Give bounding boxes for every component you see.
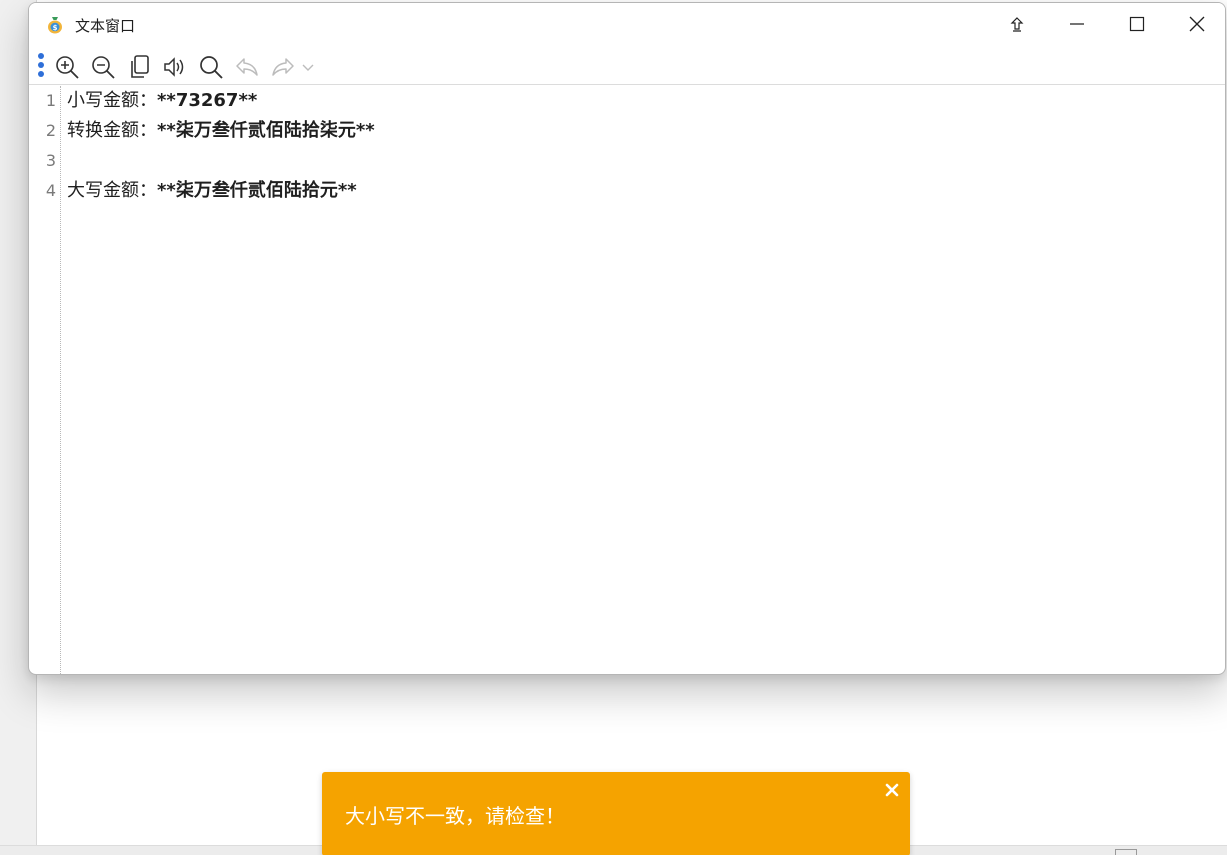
search-button[interactable] bbox=[196, 52, 226, 82]
minimize-icon bbox=[1070, 23, 1084, 25]
pin-top-icon bbox=[1010, 17, 1024, 32]
text-line[interactable]: 大写金额：**柒万叁仟贰佰陆拾元** bbox=[67, 176, 357, 206]
chevron-down-icon bbox=[302, 64, 314, 71]
status-corner-icon bbox=[1115, 849, 1137, 855]
line-label: 转换金额： bbox=[67, 120, 157, 141]
line-number-gutter: 1 2 3 4 bbox=[29, 86, 61, 674]
more-dropdown-button[interactable] bbox=[299, 52, 317, 82]
close-button[interactable] bbox=[1167, 3, 1225, 45]
line-value: **柒万叁仟贰佰陆拾元** bbox=[157, 180, 357, 201]
line-number: 4 bbox=[45, 181, 56, 200]
minimize-button[interactable] bbox=[1047, 3, 1107, 45]
title-bar[interactable]: $ 文本窗口 bbox=[29, 3, 1225, 45]
line-label: 大写金额： bbox=[67, 180, 157, 201]
line-value: **73267** bbox=[157, 90, 258, 111]
text-line[interactable]: 转换金额：**柒万叁仟贰佰陆拾柒元** bbox=[67, 116, 375, 146]
toast-message: 大小写不一致，请检查！ bbox=[345, 804, 565, 828]
zoom-in-icon bbox=[56, 56, 79, 79]
zoom-in-button[interactable] bbox=[52, 52, 82, 82]
close-icon bbox=[885, 783, 899, 797]
line-label: 小写金额： bbox=[67, 90, 157, 111]
copy-button[interactable] bbox=[125, 52, 155, 82]
editor-content[interactable]: 小写金额：**73267** 转换金额：**柒万叁仟贰佰陆拾柒元** 大写金额：… bbox=[67, 86, 1225, 674]
copy-icon bbox=[131, 55, 149, 78]
maximize-button[interactable] bbox=[1107, 3, 1167, 45]
toolbar-grip-handle[interactable] bbox=[38, 53, 44, 79]
svg-text:$: $ bbox=[53, 24, 58, 32]
line-value: **柒万叁仟贰佰陆拾柒元** bbox=[157, 120, 375, 141]
line-number: 2 bbox=[45, 121, 56, 140]
speaker-icon bbox=[164, 57, 184, 77]
text-editor[interactable]: 1 2 3 4 小写金额：**73267** 转换金额：**柒万叁仟贰佰陆拾柒元… bbox=[29, 86, 1225, 674]
pin-button[interactable] bbox=[987, 3, 1047, 45]
read-aloud-button[interactable] bbox=[160, 52, 190, 82]
search-icon bbox=[200, 56, 223, 79]
app-money-bag-icon: $ bbox=[48, 17, 62, 34]
text-window: $ 文本窗口 1 2 3 4 小写金额：**73267** 转换金额：**柒万叁… bbox=[28, 2, 1226, 675]
line-number: 3 bbox=[45, 151, 56, 170]
undo-button[interactable] bbox=[232, 52, 262, 82]
close-icon bbox=[1189, 16, 1205, 32]
maximize-icon bbox=[1129, 16, 1145, 32]
text-line[interactable]: 小写金额：**73267** bbox=[67, 86, 257, 116]
zoom-out-button[interactable] bbox=[88, 52, 118, 82]
warning-toast: 大小写不一致，请检查！ bbox=[322, 772, 910, 855]
window-title: 文本窗口 bbox=[75, 17, 136, 35]
toast-close-button[interactable] bbox=[882, 780, 902, 800]
line-number: 1 bbox=[45, 91, 56, 110]
redo-button[interactable] bbox=[268, 52, 298, 82]
toolbar bbox=[29, 47, 1225, 85]
redo-icon bbox=[272, 58, 294, 76]
zoom-out-icon bbox=[92, 56, 115, 79]
undo-icon bbox=[236, 58, 258, 76]
